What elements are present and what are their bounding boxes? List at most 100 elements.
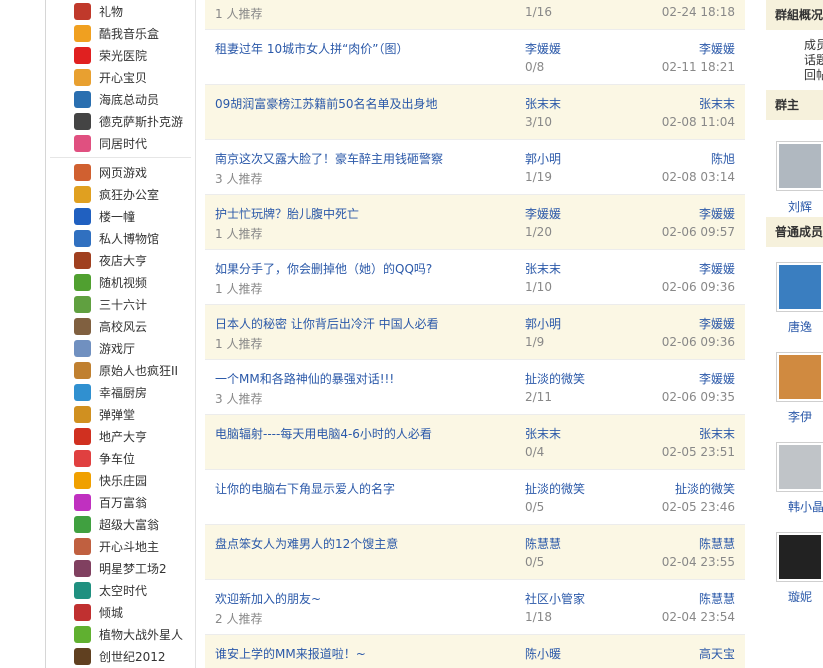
sidebar-app-item[interactable]: 私人博物馆 [46, 227, 195, 249]
topic-title-link[interactable]: 让你的电脑右下角显示爱人的名字 [215, 480, 395, 497]
sidebar-app-label: 德克萨斯扑克游 [99, 114, 184, 129]
sidebar-app-item[interactable]: 同居时代 [46, 132, 195, 154]
topic-title-link[interactable]: 欢迎新加入的朋友~ [215, 590, 321, 607]
avatar[interactable] [776, 141, 823, 191]
topic-last-reply-time: 02-04 23:55 [661, 555, 735, 569]
sidebar-app-item[interactable]: 百万富翁 [46, 491, 195, 513]
topic-recommend-count: 1 人推荐 [215, 337, 263, 351]
topic-last-replier-link[interactable]: 高天宝 [699, 645, 735, 662]
sidebar-app-item[interactable]: 游戏厅 [46, 337, 195, 359]
topic-last-replier-link[interactable]: 陈旭 [711, 150, 735, 167]
topic-reply-view-count: 1/18 [525, 610, 552, 624]
sidebar-app-item[interactable]: 快乐庄园 [46, 469, 195, 491]
sidebar-app-item[interactable]: 夜店大亨 [46, 249, 195, 271]
sidebar-app-item[interactable]: 创世纪2012 [46, 645, 195, 667]
member-name-link[interactable]: 唐逸 [788, 318, 812, 335]
topic-author-link[interactable]: 郭小明 [525, 315, 561, 332]
sidebar-app-label: 荣光医院 [99, 48, 148, 63]
sidebar-app-label: 争车位 [99, 451, 136, 466]
sidebar-app-label: 幸福厨房 [99, 385, 148, 400]
sidebar-app-item[interactable]: 原始人也疯狂II [46, 359, 195, 381]
topic-title-link[interactable]: 09胡润富豪榜江苏籍前50名名单及出身地 [215, 95, 438, 112]
topic-author-link[interactable]: 陈小暖 [525, 645, 561, 662]
avatar[interactable] [776, 262, 823, 312]
sidebar-app-item[interactable]: 楼一幢 [46, 205, 195, 227]
topic-last-replier-link[interactable]: 李媛媛 [699, 370, 735, 387]
sidebar-app-item[interactable]: 幸福厨房 [46, 381, 195, 403]
sidebar-app-item[interactable]: 太空时代 [46, 579, 195, 601]
sidebar-app-item[interactable]: 疯狂办公室 [46, 183, 195, 205]
topic-author-link[interactable]: 扯淡的微笑 [525, 480, 585, 497]
member-name-link[interactable]: 李伊 [788, 408, 812, 425]
topic-last-replier-link[interactable]: 张末末 [699, 425, 735, 442]
sidebar-app-item[interactable]: 超级大富翁 [46, 513, 195, 535]
sidebar-app-label: 楼一幢 [99, 209, 136, 224]
genesis-icon [74, 647, 91, 665]
sidebar-app-item[interactable]: 植物大战外星人 [46, 623, 195, 645]
topic-author-link[interactable]: 郭小明 [525, 150, 561, 167]
topic-title-link[interactable]: 南京这次又露大脸了！豪车醉主用钱砸警察 [215, 150, 443, 167]
topic-author-link[interactable]: 张末末 [525, 425, 561, 442]
farm-icon [74, 471, 91, 489]
topic-author-link[interactable]: 扯淡的微笑 [525, 370, 585, 387]
sidebar-app-item[interactable]: 倾城 [46, 601, 195, 623]
topic-title-link[interactable]: 租妻过年 10城市女人拼“肉价”（图） [215, 40, 409, 57]
topic-title-link[interactable]: 电脑辐射----每天用电脑4-6小时的人必看 [215, 425, 432, 442]
sidebar-app-item[interactable]: 随机视频 [46, 271, 195, 293]
topic-last-replier-link[interactable]: 李媛媛 [699, 205, 735, 222]
sidebar-app-item[interactable]: 海底总动员 [46, 88, 195, 110]
hospital-cross-icon [74, 46, 91, 64]
sidebar-app-item[interactable]: 明星梦工场2 [46, 557, 195, 579]
planet-icon [74, 581, 91, 599]
topic-author-link[interactable]: 李媛媛 [525, 40, 561, 57]
property-icon [74, 427, 91, 445]
topic-last-replier-link[interactable]: 扯淡的微笑 [675, 480, 735, 497]
member-name-link[interactable]: 刘辉 [788, 198, 812, 215]
topic-last-replier-link[interactable]: 陈慧慧 [699, 590, 735, 607]
avatar[interactable] [776, 352, 823, 402]
sidebar-app-item[interactable]: 地产大亨 [46, 425, 195, 447]
topic-last-replier-link[interactable]: 李媛媛 [699, 260, 735, 277]
sidebar-app-item[interactable]: 网页游戏 [46, 161, 195, 183]
avatar[interactable] [776, 442, 823, 492]
topic-author-link[interactable]: 社区小管家 [525, 590, 585, 607]
topic-title-link[interactable]: 日本人的秘密 让你背后出冷汗 中国人必看 [215, 315, 439, 332]
topic-title-link[interactable]: 护士忙玩牌？胎儿腹中死亡 [215, 205, 359, 222]
topic-title-link[interactable]: 一个MM和各路神仙的暴强对话!!! [215, 370, 394, 387]
sidebar-app-item[interactable]: 开心斗地主 [46, 535, 195, 557]
member-name-link[interactable]: 璇妮 [788, 588, 812, 605]
topic-title-link[interactable]: 盘点笨女人为难男人的12个馊主意 [215, 535, 398, 552]
sidebar-app-item[interactable]: 德克萨斯扑克游 [46, 110, 195, 132]
museum-icon [74, 229, 91, 247]
topic-author-link[interactable]: 张末末 [525, 260, 561, 277]
sidebar-app-label: 夜店大亨 [99, 253, 148, 268]
topic-recommend-count: 3 人推荐 [215, 172, 263, 186]
sidebar-app-item[interactable]: 开心宝贝 [46, 66, 195, 88]
sidebar-app-label: 超级大富翁 [99, 517, 160, 532]
member-name-link[interactable]: 韩小晶 [788, 498, 823, 515]
topic-title-link[interactable]: 如果分手了，你会删掉他（她）的QQ吗? [215, 260, 432, 277]
avatar[interactable] [776, 532, 823, 582]
sidebar-app-item[interactable]: 高校风云 [46, 315, 195, 337]
topic-row: 1 人推荐 1/16 02-24 18:18 [205, 0, 745, 30]
sidebar-app-item[interactable]: 争车位 [46, 447, 195, 469]
topic-last-replier-link[interactable]: 李媛媛 [699, 40, 735, 57]
sidebar-app-item[interactable]: 酷我音乐盒 [46, 22, 195, 44]
topic-last-replier-link[interactable]: 张末末 [699, 95, 735, 112]
topic-author-link[interactable]: 李媛媛 [525, 205, 561, 222]
topic-last-replier-link[interactable]: 陈慧慧 [699, 535, 735, 552]
sidebar-app-item[interactable]: 三十六计 [46, 293, 195, 315]
sidebar-app-item[interactable]: 礼物 [46, 0, 195, 22]
sidebar-app-item[interactable]: 弹弹堂 [46, 403, 195, 425]
topic-last-reply-time: 02-05 23:46 [661, 500, 735, 514]
topic-title-link[interactable]: 谁安上学的MM来报道啦！~ [215, 645, 366, 662]
parking-icon [74, 449, 91, 467]
avatar-image [779, 355, 821, 399]
topic-author-link[interactable]: 张末末 [525, 95, 561, 112]
stat-topics-label: 话题 [804, 53, 823, 67]
fish-icon [74, 90, 91, 108]
topic-last-replier-link[interactable]: 李媛媛 [699, 315, 735, 332]
app-list-primary: 礼物 酷我音乐盒荣光医院开心宝贝 海底总动员德克萨斯扑克游同居时代 [46, 0, 195, 154]
sidebar-app-item[interactable]: 荣光医院 [46, 44, 195, 66]
topic-author-link[interactable]: 陈慧慧 [525, 535, 561, 552]
